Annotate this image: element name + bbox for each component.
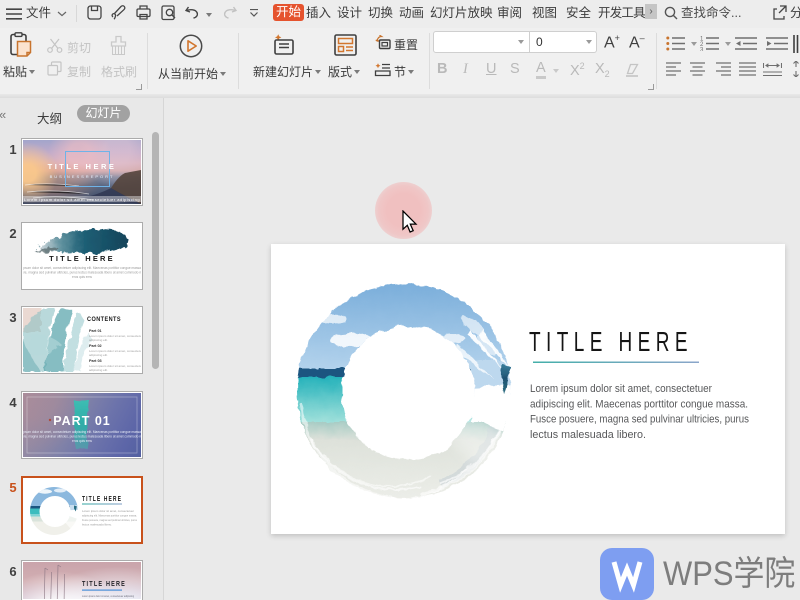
svg-text:posuere, magna sed pulvinar ul: posuere, magna sed pulvinar ultricies, p…: [23, 435, 141, 439]
svg-text:Lorem ipsum dolor sit amet, co: Lorem ipsum dolor sit amet, consectetuer: [530, 383, 712, 395]
svg-text:Part 02: Part 02: [89, 344, 102, 348]
svg-text:adipiscing elit.: adipiscing elit.: [89, 338, 108, 342]
svg-text:Part 03: Part 03: [89, 359, 102, 363]
svg-text:Lorem ipsum dolor sit amet, co: Lorem ipsum dolor sit amet, consectetuer…: [23, 430, 141, 434]
svg-text:adipiscing elit. Maecenas port: adipiscing elit. Maecenas porttitor cong…: [82, 514, 137, 518]
svg-text:adipiscing elit.: adipiscing elit.: [89, 353, 108, 357]
svg-text:elit. Maecenas porttitor congu: elit. Maecenas porttitor congue massa. F…: [82, 599, 132, 600]
svg-text:Lorem ipsum dolor sit amet, co: Lorem ipsum dolor sit amet, consectetuer…: [82, 594, 134, 598]
svg-text:lectus malesuada libero.: lectus malesuada libero.: [82, 523, 112, 527]
svg-text:TITLE HERE: TITLE HERE: [529, 326, 693, 357]
svg-text:TITLE HERE: TITLE HERE: [82, 581, 126, 588]
svg-text:eros quis erns: eros quis erns: [72, 275, 92, 279]
svg-text:TITLE HERE: TITLE HERE: [49, 254, 115, 263]
svg-text:3: 3: [700, 48, 704, 52]
svg-text:PART 01: PART 01: [53, 414, 110, 428]
svg-text:CONTENTS: CONTENTS: [87, 316, 121, 323]
svg-text:Fusce posuere, magna sed pulvi: Fusce posuere, magna sed pulvinar ultric…: [530, 414, 749, 426]
svg-text:lectus malesuada libero.: lectus malesuada libero.: [530, 429, 646, 441]
svg-text:posuere, magna sed pulvinar ul: posuere, magna sed pulvinar ultricies, p…: [23, 271, 141, 275]
svg-text:Lorem ipsum dolor sit amet, co: Lorem ipsum dolor sit amet, consectetuer…: [23, 266, 141, 270]
svg-text:Fusce posuere, magna sed pulvi: Fusce posuere, magna sed pulvinar ultric…: [82, 518, 137, 522]
svg-text:eros quis erns: eros quis erns: [72, 439, 92, 443]
svg-text:adipiscing elit.: adipiscing elit.: [89, 368, 108, 372]
svg-text:TITLE HERE: TITLE HERE: [82, 496, 122, 503]
svg-text:adipiscing elit. Maecenas port: adipiscing elit. Maecenas porttitor cong…: [530, 398, 748, 410]
svg-text:Lorem ipsum dolor sit amet, co: Lorem ipsum dolor sit amet, consectetuer: [82, 509, 134, 513]
svg-text:Part 01: Part 01: [89, 329, 102, 333]
